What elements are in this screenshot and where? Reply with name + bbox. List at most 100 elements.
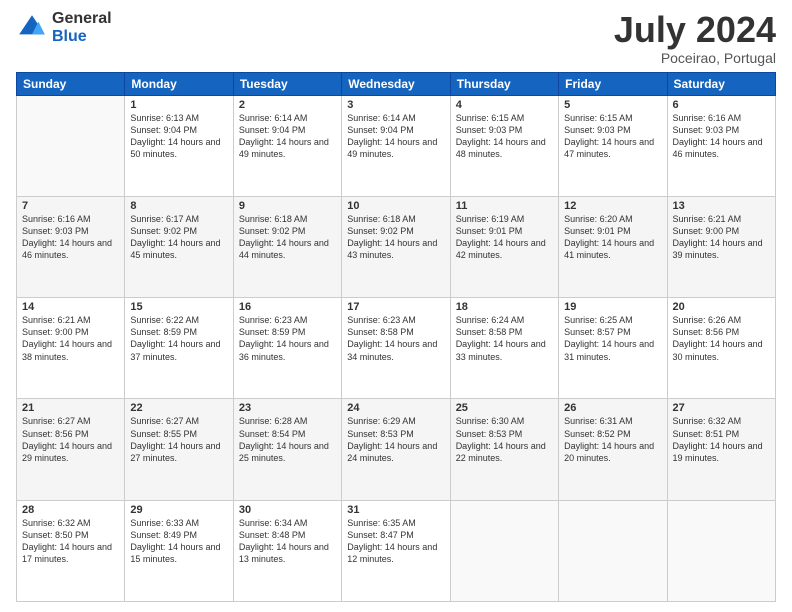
day-info: Sunrise: 6:16 AMSunset: 9:03 PMDaylight:… [22,213,119,262]
day-info: Sunrise: 6:14 AMSunset: 9:04 PMDaylight:… [347,112,444,161]
day-cell: 29Sunrise: 6:33 AMSunset: 8:49 PMDayligh… [125,500,233,601]
day-cell: 22Sunrise: 6:27 AMSunset: 8:55 PMDayligh… [125,399,233,500]
day-cell: 9Sunrise: 6:18 AMSunset: 9:02 PMDaylight… [233,196,341,297]
day-info: Sunrise: 6:29 AMSunset: 8:53 PMDaylight:… [347,415,444,464]
day-info: Sunrise: 6:27 AMSunset: 8:55 PMDaylight:… [130,415,227,464]
day-info: Sunrise: 6:18 AMSunset: 9:02 PMDaylight:… [347,213,444,262]
day-header-tuesday: Tuesday [233,72,341,95]
day-number: 23 [239,402,336,414]
day-info: Sunrise: 6:32 AMSunset: 8:51 PMDaylight:… [673,415,770,464]
day-number: 25 [456,402,553,414]
day-info: Sunrise: 6:33 AMSunset: 8:49 PMDaylight:… [130,517,227,566]
week-row-2: 14Sunrise: 6:21 AMSunset: 9:00 PMDayligh… [17,298,776,399]
day-cell: 12Sunrise: 6:20 AMSunset: 9:01 PMDayligh… [559,196,667,297]
day-cell [559,500,667,601]
day-info: Sunrise: 6:31 AMSunset: 8:52 PMDaylight:… [564,415,661,464]
day-cell: 24Sunrise: 6:29 AMSunset: 8:53 PMDayligh… [342,399,450,500]
week-row-4: 28Sunrise: 6:32 AMSunset: 8:50 PMDayligh… [17,500,776,601]
day-info: Sunrise: 6:14 AMSunset: 9:04 PMDaylight:… [239,112,336,161]
day-cell: 14Sunrise: 6:21 AMSunset: 9:00 PMDayligh… [17,298,125,399]
day-number: 1 [130,99,227,111]
day-number: 5 [564,99,661,111]
day-info: Sunrise: 6:17 AMSunset: 9:02 PMDaylight:… [130,213,227,262]
page: General Blue July 2024 Poceirao, Portuga… [0,0,792,612]
day-cell: 6Sunrise: 6:16 AMSunset: 9:03 PMDaylight… [667,95,775,196]
day-cell: 27Sunrise: 6:32 AMSunset: 8:51 PMDayligh… [667,399,775,500]
month-year: July 2024 [614,10,776,50]
day-cell: 4Sunrise: 6:15 AMSunset: 9:03 PMDaylight… [450,95,558,196]
calendar: SundayMondayTuesdayWednesdayThursdayFrid… [16,72,776,602]
day-cell: 11Sunrise: 6:19 AMSunset: 9:01 PMDayligh… [450,196,558,297]
day-info: Sunrise: 6:21 AMSunset: 9:00 PMDaylight:… [22,314,119,363]
day-number: 28 [22,504,119,516]
day-number: 2 [239,99,336,111]
day-info: Sunrise: 6:32 AMSunset: 8:50 PMDaylight:… [22,517,119,566]
day-header-friday: Friday [559,72,667,95]
day-number: 4 [456,99,553,111]
day-info: Sunrise: 6:28 AMSunset: 8:54 PMDaylight:… [239,415,336,464]
day-cell: 17Sunrise: 6:23 AMSunset: 8:58 PMDayligh… [342,298,450,399]
day-cell: 31Sunrise: 6:35 AMSunset: 8:47 PMDayligh… [342,500,450,601]
day-cell: 8Sunrise: 6:17 AMSunset: 9:02 PMDaylight… [125,196,233,297]
day-info: Sunrise: 6:13 AMSunset: 9:04 PMDaylight:… [130,112,227,161]
day-cell: 15Sunrise: 6:22 AMSunset: 8:59 PMDayligh… [125,298,233,399]
day-cell: 23Sunrise: 6:28 AMSunset: 8:54 PMDayligh… [233,399,341,500]
day-number: 24 [347,402,444,414]
day-number: 7 [22,200,119,212]
day-number: 22 [130,402,227,414]
day-number: 6 [673,99,770,111]
day-number: 3 [347,99,444,111]
day-info: Sunrise: 6:25 AMSunset: 8:57 PMDaylight:… [564,314,661,363]
day-number: 10 [347,200,444,212]
day-number: 8 [130,200,227,212]
day-cell: 21Sunrise: 6:27 AMSunset: 8:56 PMDayligh… [17,399,125,500]
day-number: 21 [22,402,119,414]
day-info: Sunrise: 6:26 AMSunset: 8:56 PMDaylight:… [673,314,770,363]
day-number: 20 [673,301,770,313]
day-header-saturday: Saturday [667,72,775,95]
day-cell [667,500,775,601]
day-number: 31 [347,504,444,516]
week-row-0: 1Sunrise: 6:13 AMSunset: 9:04 PMDaylight… [17,95,776,196]
day-cell: 16Sunrise: 6:23 AMSunset: 8:59 PMDayligh… [233,298,341,399]
day-number: 17 [347,301,444,313]
day-cell: 28Sunrise: 6:32 AMSunset: 8:50 PMDayligh… [17,500,125,601]
day-header-thursday: Thursday [450,72,558,95]
day-number: 27 [673,402,770,414]
day-number: 15 [130,301,227,313]
logo-text: General Blue [52,10,112,45]
day-cell: 30Sunrise: 6:34 AMSunset: 8:48 PMDayligh… [233,500,341,601]
day-info: Sunrise: 6:18 AMSunset: 9:02 PMDaylight:… [239,213,336,262]
day-info: Sunrise: 6:23 AMSunset: 8:58 PMDaylight:… [347,314,444,363]
day-info: Sunrise: 6:30 AMSunset: 8:53 PMDaylight:… [456,415,553,464]
day-cell: 18Sunrise: 6:24 AMSunset: 8:58 PMDayligh… [450,298,558,399]
day-number: 29 [130,504,227,516]
day-cell [450,500,558,601]
day-info: Sunrise: 6:15 AMSunset: 9:03 PMDaylight:… [456,112,553,161]
day-info: Sunrise: 6:19 AMSunset: 9:01 PMDaylight:… [456,213,553,262]
day-info: Sunrise: 6:35 AMSunset: 8:47 PMDaylight:… [347,517,444,566]
header: General Blue July 2024 Poceirao, Portuga… [16,10,776,66]
day-header-wednesday: Wednesday [342,72,450,95]
day-number: 13 [673,200,770,212]
day-cell: 20Sunrise: 6:26 AMSunset: 8:56 PMDayligh… [667,298,775,399]
logo-blue: Blue [52,28,112,46]
day-cell: 13Sunrise: 6:21 AMSunset: 9:00 PMDayligh… [667,196,775,297]
day-number: 14 [22,301,119,313]
day-cell: 25Sunrise: 6:30 AMSunset: 8:53 PMDayligh… [450,399,558,500]
day-number: 18 [456,301,553,313]
day-info: Sunrise: 6:16 AMSunset: 9:03 PMDaylight:… [673,112,770,161]
day-cell: 2Sunrise: 6:14 AMSunset: 9:04 PMDaylight… [233,95,341,196]
day-info: Sunrise: 6:15 AMSunset: 9:03 PMDaylight:… [564,112,661,161]
week-row-3: 21Sunrise: 6:27 AMSunset: 8:56 PMDayligh… [17,399,776,500]
day-info: Sunrise: 6:27 AMSunset: 8:56 PMDaylight:… [22,415,119,464]
day-cell: 26Sunrise: 6:31 AMSunset: 8:52 PMDayligh… [559,399,667,500]
day-info: Sunrise: 6:21 AMSunset: 9:00 PMDaylight:… [673,213,770,262]
day-header-sunday: Sunday [17,72,125,95]
day-cell: 1Sunrise: 6:13 AMSunset: 9:04 PMDaylight… [125,95,233,196]
day-number: 16 [239,301,336,313]
week-row-1: 7Sunrise: 6:16 AMSunset: 9:03 PMDaylight… [17,196,776,297]
day-number: 30 [239,504,336,516]
day-cell: 3Sunrise: 6:14 AMSunset: 9:04 PMDaylight… [342,95,450,196]
day-info: Sunrise: 6:22 AMSunset: 8:59 PMDaylight:… [130,314,227,363]
